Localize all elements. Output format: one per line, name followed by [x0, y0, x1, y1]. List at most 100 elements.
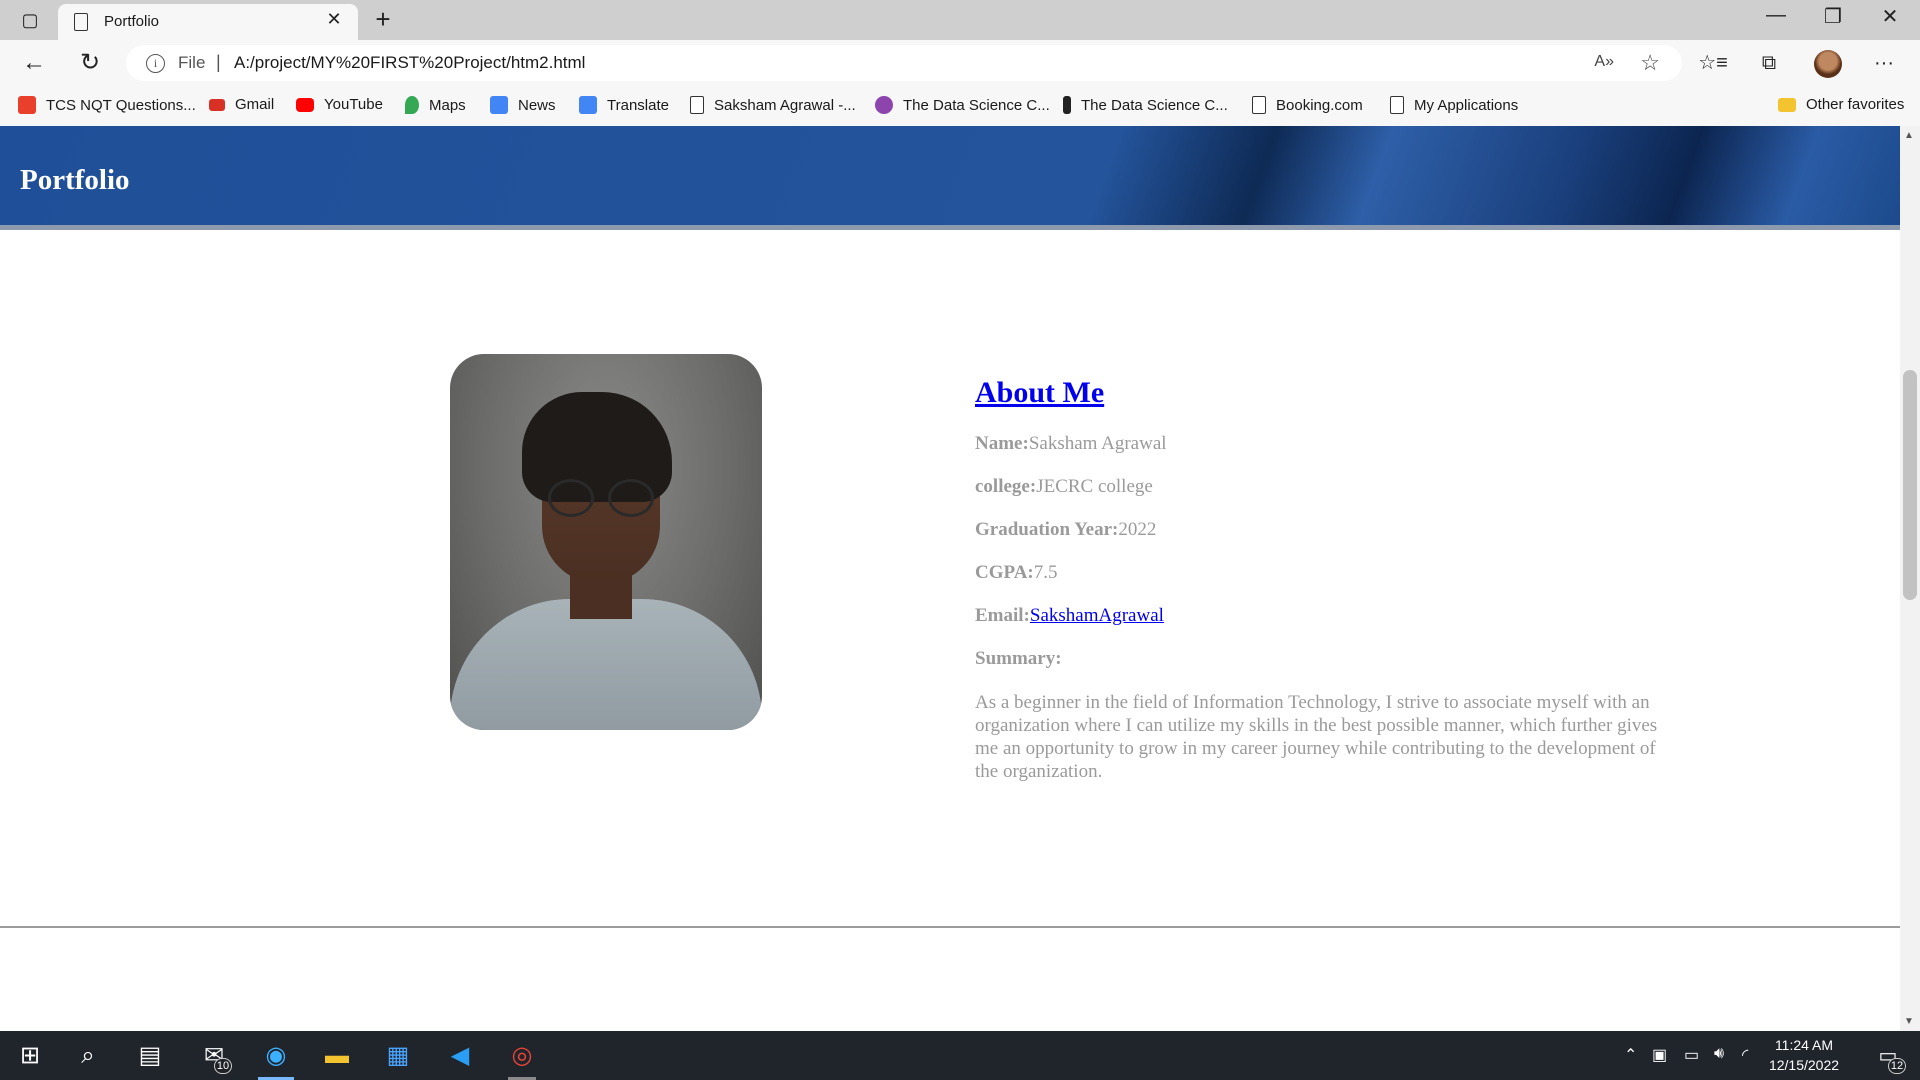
- url-text[interactable]: A:/project/MY%20FIRST%20Project/htm2.htm…: [234, 53, 585, 73]
- tab-portfolio[interactable]: Portfolio ✕: [58, 4, 358, 40]
- page-scrollbar[interactable]: ▲ ▼: [1900, 126, 1920, 1031]
- bookmark-item[interactable]: YouTube: [296, 96, 383, 113]
- other-favorites[interactable]: Other favorites: [1778, 96, 1904, 113]
- other-favorites-label: Other favorites: [1806, 96, 1905, 113]
- clock-time: 11:24 AM: [1774, 1037, 1834, 1053]
- scroll-up-icon[interactable]: ▲: [1904, 130, 1914, 141]
- page-icon: [690, 96, 704, 114]
- scroll-down-icon[interactable]: ▼: [1904, 1016, 1914, 1027]
- chrome-icon[interactable]: ◎: [498, 1031, 546, 1080]
- bookmark-item[interactable]: My Applications: [1390, 96, 1518, 114]
- vscode-icon[interactable]: ◀: [436, 1031, 484, 1080]
- field-label: Summary:: [975, 648, 1062, 669]
- field-name: Name:Saksham Agrawal: [975, 433, 1675, 476]
- edge-icon[interactable]: ◉: [252, 1031, 300, 1080]
- reload-button[interactable]: ↻: [74, 48, 106, 78]
- news-icon: [490, 96, 508, 114]
- window-close-button[interactable]: ✕: [1870, 4, 1910, 29]
- notifications-icon[interactable]: ▭ 12: [1864, 1031, 1912, 1080]
- bookmark-item[interactable]: Gmail: [209, 96, 274, 113]
- field-value: JECRC college: [1036, 476, 1153, 497]
- summary-text: As a beginner in the field of Informatio…: [975, 692, 1658, 782]
- add-favorite-icon[interactable]: ☆: [1640, 50, 1660, 76]
- profile-avatar[interactable]: [1814, 50, 1842, 78]
- address-bar[interactable]: i File | A:/project/MY%20FIRST%20Project…: [126, 45, 1682, 81]
- field-label: Email:: [975, 605, 1030, 626]
- bookmark-label: YouTube: [324, 96, 383, 113]
- datascience-icon: [875, 96, 893, 114]
- minimize-button[interactable]: —: [1756, 4, 1796, 27]
- collections-icon[interactable]: ⧉: [1753, 48, 1785, 78]
- bookmark-label: TCS NQT Questions...: [46, 96, 196, 114]
- maps-icon: [405, 96, 419, 114]
- field-summary: Summary:: [975, 648, 1675, 691]
- battery-icon[interactable]: ▭: [1684, 1045, 1699, 1065]
- browser-tab-strip: ▢ Portfolio ✕ + — ❐ ✕: [0, 0, 1920, 40]
- tab-actions-icon[interactable]: ▢: [16, 8, 44, 32]
- page-header: Portfolio: [0, 126, 1900, 230]
- folder-icon: [1778, 97, 1796, 112]
- scrollbar-thumb[interactable]: [1903, 370, 1917, 600]
- photo-hair: [522, 392, 672, 502]
- more-menu-icon[interactable]: ···: [1868, 48, 1900, 78]
- start-icon[interactable]: ⊞: [6, 1031, 54, 1080]
- field-college: college:JECRC college: [975, 476, 1675, 519]
- page-icon: [1252, 96, 1266, 114]
- system-clock[interactable]: 11:24 AM 12/15/2022: [1756, 1035, 1852, 1075]
- field-label: college:: [975, 476, 1037, 497]
- tray-chevron-icon[interactable]: ⌃: [1624, 1045, 1637, 1065]
- url-separator: |: [216, 52, 221, 72]
- bookmark-item[interactable]: The Data Science C...: [875, 96, 1050, 114]
- browser-toolbar: ← ↻ i File | A:/project/MY%20FIRST%20Pro…: [0, 40, 1920, 86]
- restore-button[interactable]: ❐: [1813, 4, 1853, 29]
- bookmark-label: Booking.com: [1276, 96, 1363, 114]
- read-aloud-icon[interactable]: A»: [1594, 53, 1614, 71]
- bookmark-label: The Data Science C...: [1081, 96, 1228, 114]
- youtube-icon: [296, 97, 314, 112]
- field-label: CGPA:: [975, 562, 1034, 583]
- new-tab-button[interactable]: +: [368, 4, 398, 35]
- field-value: 2022: [1118, 519, 1157, 540]
- bookmark-label: Saksham Agrawal -...: [714, 96, 856, 114]
- windows-taskbar: ⊞ ⌕ ▤ ✉ 10 ◉ ▬ ▦ ◀ ◎ ⌃ ▣ ▭ 🔊︎ ◜ 11:24 AM …: [0, 1031, 1920, 1080]
- bookmark-item[interactable]: News: [490, 96, 556, 114]
- email-link[interactable]: SakshamAgrawal: [1030, 605, 1164, 626]
- url-scheme: File: [178, 53, 206, 72]
- bookmarks-bar: TCS NQT Questions... Gmail YouTube Maps …: [0, 86, 1920, 126]
- bookmark-item[interactable]: Maps: [405, 96, 466, 114]
- bookmark-item[interactable]: Booking.com: [1252, 96, 1363, 114]
- back-button[interactable]: ←: [18, 48, 50, 78]
- about-me-link[interactable]: About Me: [975, 376, 1104, 409]
- field-label: Name:: [975, 433, 1029, 454]
- field-label: Graduation Year:: [975, 519, 1119, 540]
- favorites-icon[interactable]: ☆≡: [1697, 48, 1729, 78]
- tab-title: Portfolio: [104, 13, 160, 30]
- bookmark-label: My Applications: [1414, 96, 1519, 114]
- notifications-badge: 12: [1888, 1058, 1906, 1074]
- store-icon[interactable]: ▦: [374, 1031, 422, 1080]
- page-title: Portfolio: [20, 164, 130, 196]
- bookmark-item[interactable]: Saksham Agrawal -...: [690, 96, 856, 114]
- datascience-icon-2: [1063, 96, 1071, 114]
- meet-icon[interactable]: ▣: [1652, 1045, 1667, 1065]
- bookmark-item[interactable]: Translate: [579, 96, 669, 114]
- bookmark-item[interactable]: The Data Science C...: [1063, 96, 1228, 114]
- page-icon: [1390, 96, 1404, 114]
- about-section: About Me Name:Saksham Agrawal college:JE…: [975, 376, 1675, 783]
- translate-icon: [579, 96, 597, 114]
- file-explorer-icon[interactable]: ▬: [313, 1031, 361, 1080]
- mail-badge: 10: [214, 1058, 232, 1074]
- bookmark-label: Gmail: [235, 96, 275, 113]
- task-view-icon[interactable]: ▤: [126, 1031, 174, 1080]
- mail-icon[interactable]: ✉ 10: [190, 1031, 238, 1080]
- about-heading: About Me: [975, 376, 1675, 410]
- wifi-icon[interactable]: ◜: [1742, 1045, 1748, 1065]
- field-value: Saksham Agrawal: [1028, 433, 1167, 454]
- volume-icon[interactable]: 🔊︎: [1714, 1045, 1724, 1063]
- page-icon: [74, 13, 88, 31]
- tab-close-icon[interactable]: ✕: [322, 9, 346, 30]
- search-icon[interactable]: ⌕: [64, 1031, 112, 1080]
- field-value: 7.5: [1033, 562, 1058, 583]
- info-icon[interactable]: i: [146, 54, 165, 73]
- bookmark-item[interactable]: TCS NQT Questions...: [18, 96, 196, 114]
